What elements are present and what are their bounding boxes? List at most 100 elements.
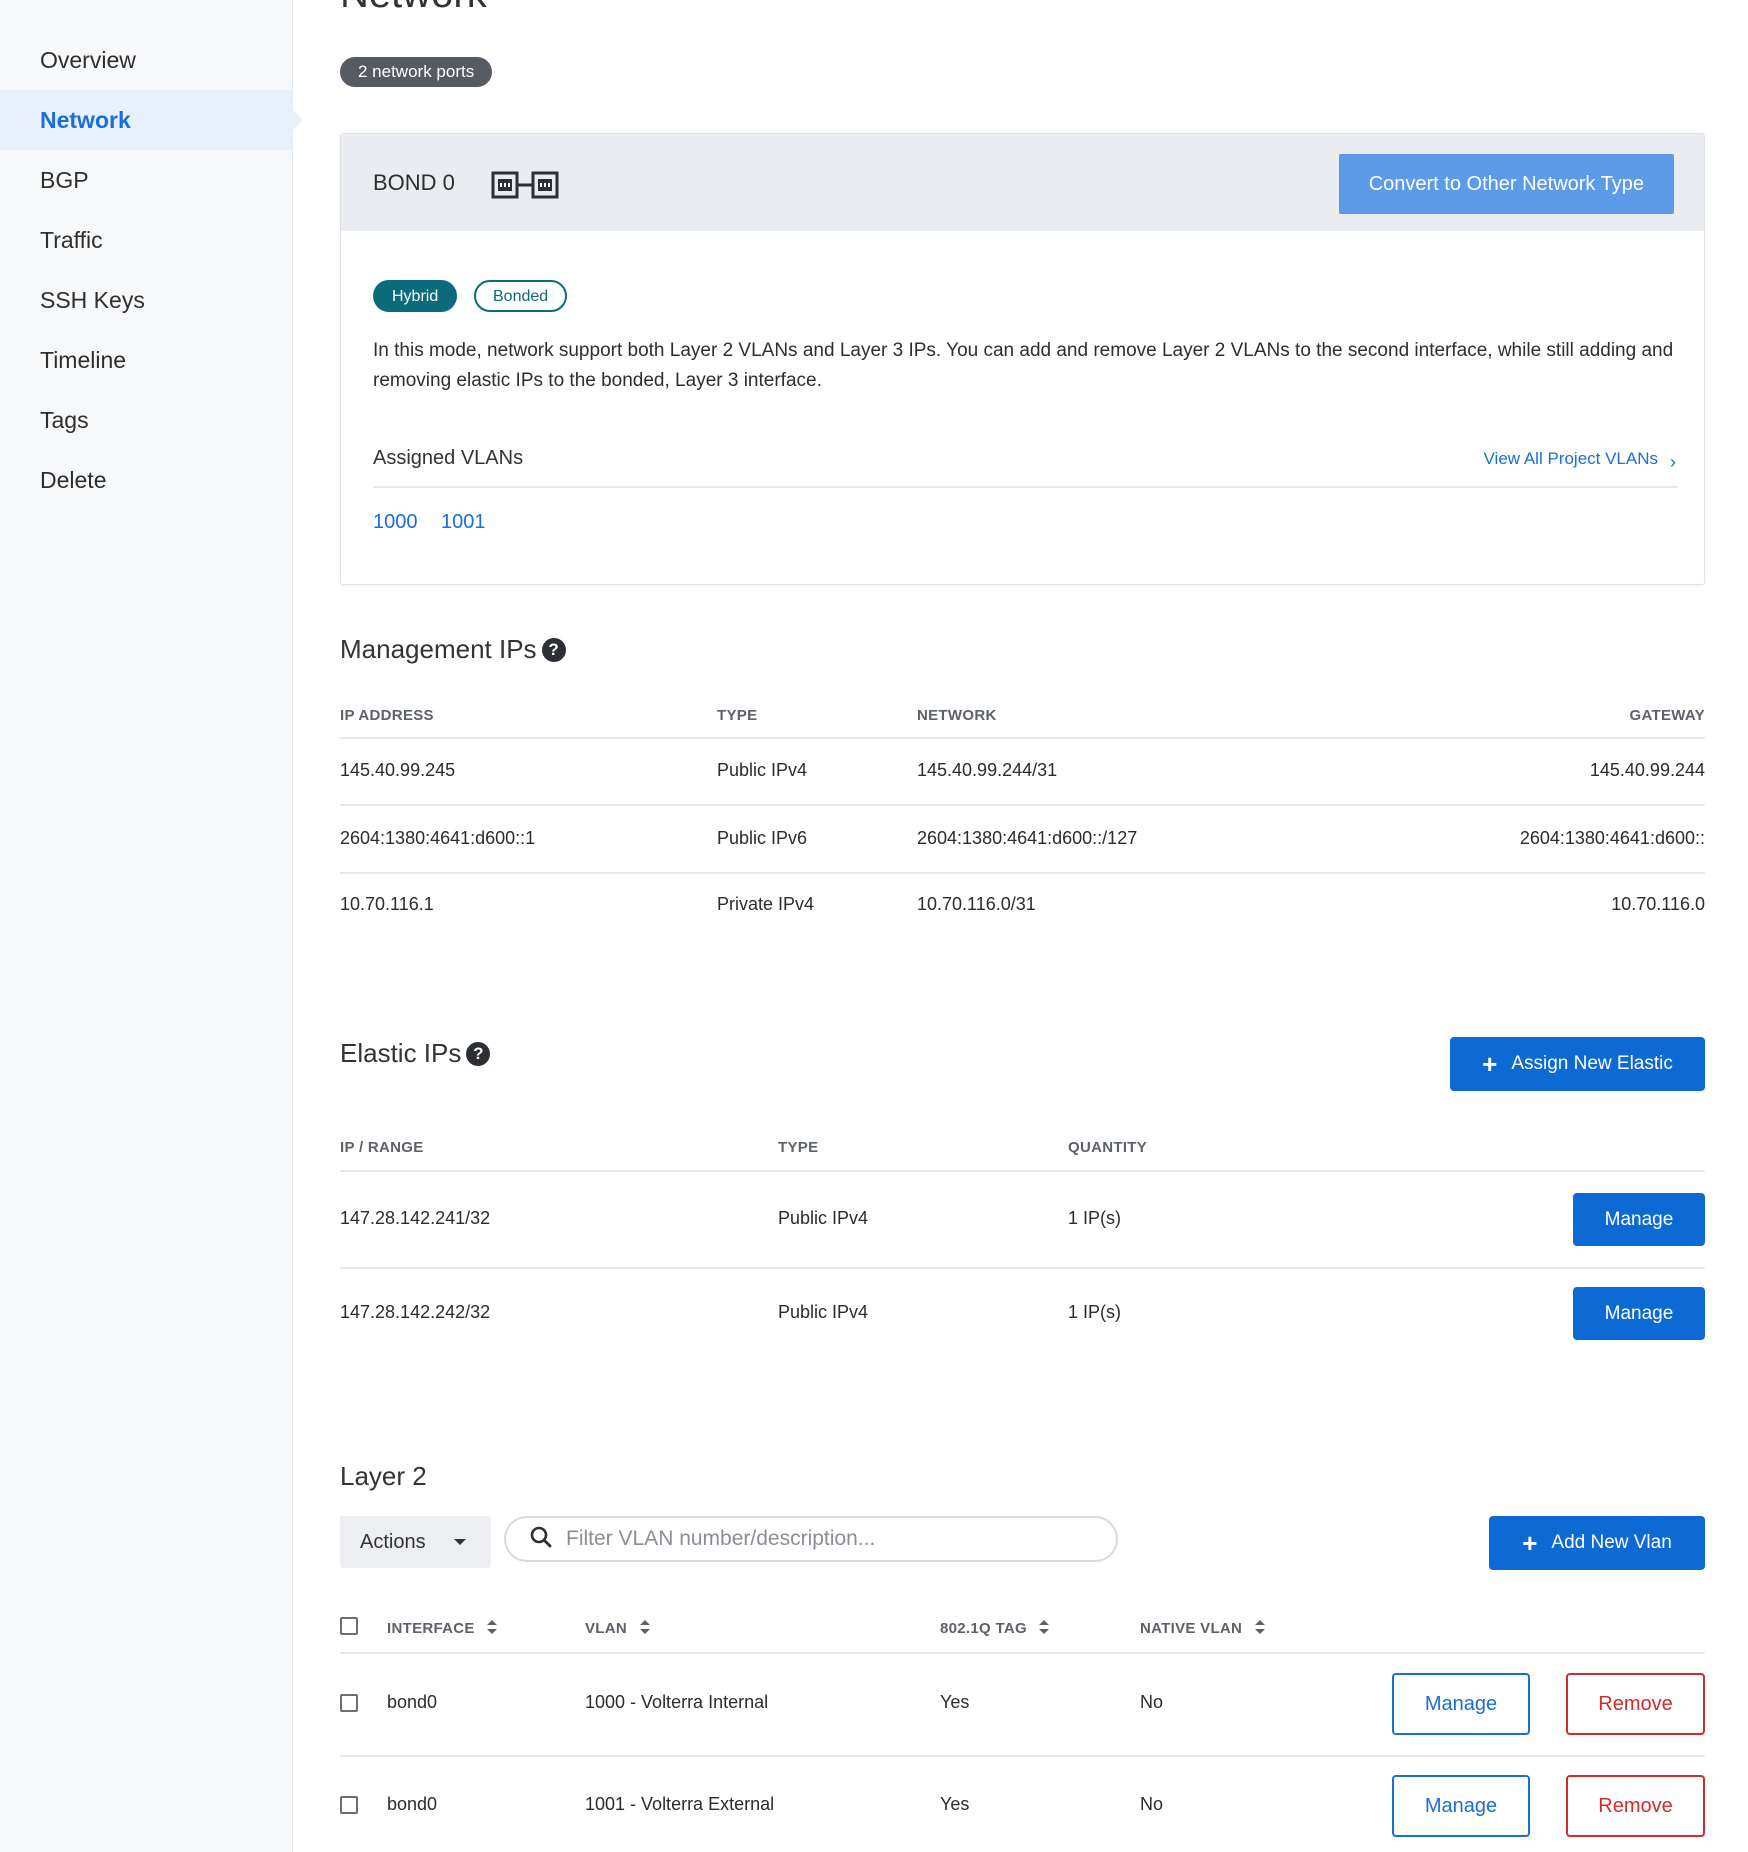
help-icon[interactable]: ? (541, 637, 566, 662)
sidebar-item-tags[interactable]: Tags (0, 390, 293, 450)
col-header-vlan[interactable]: VLAN (585, 1620, 650, 1638)
vlan-tag-cell: Yes (940, 1794, 970, 1814)
interface-header-label: INTERFACE (387, 1620, 475, 1637)
vlan-header-label: VLAN (585, 1620, 628, 1637)
mode-description: In this mode, network support both Layer… (373, 340, 1674, 391)
divider (340, 1170, 1705, 1172)
plus-icon: + (1482, 1049, 1498, 1079)
sidebar-item-delete[interactable]: Delete (0, 450, 293, 510)
remove-vlan-button[interactable]: Remove (1566, 1775, 1705, 1837)
divider (340, 804, 1705, 806)
chevron-right-icon: › (1670, 452, 1676, 472)
manage-vlan-button[interactable]: Manage (1392, 1775, 1530, 1837)
manage-elastic-button[interactable]: Manage (1573, 1287, 1705, 1340)
mgmt-ip-cell: 10.70.116.1 (340, 894, 434, 914)
mgmt-type-cell: Public IPv4 (717, 760, 808, 780)
sidebar-item-timeline[interactable]: Timeline (0, 330, 293, 390)
col-header-ip-address: IP ADDRESS (340, 707, 434, 724)
col-header-native-vlan[interactable]: NATIVE VLAN (1140, 1620, 1265, 1638)
network-ports-badge: 2 network ports (340, 57, 493, 87)
mgmt-gateway-cell: 2604:1380:4641:d600:: (1519, 828, 1705, 848)
remove-vlan-button[interactable]: Remove (1566, 1673, 1705, 1735)
row-checkbox[interactable] (340, 1694, 358, 1712)
vlan-search-box (504, 1516, 1118, 1562)
add-new-vlan-label: Add New Vlan (1551, 1532, 1672, 1553)
sort-icon (639, 1620, 650, 1638)
divider (340, 1267, 1705, 1269)
assigned-vlans-label: Assigned VLANs (373, 447, 524, 469)
vlan-interface-cell: bond0 (387, 1692, 438, 1712)
select-all-checkbox[interactable] (340, 1617, 358, 1635)
sidebar-item-network[interactable]: Network (0, 90, 303, 150)
sidebar: Overview Network BGP Traffic SSH Keys Ti… (0, 0, 303, 1852)
bond-card: BOND 0 Convert to Other Network Type Hyb… (340, 133, 1705, 585)
convert-network-type-button[interactable]: Convert to Other Network Type (1338, 154, 1674, 214)
sort-icon (1039, 1620, 1050, 1638)
mgmt-ip-cell: 2604:1380:4641:d600::1 (340, 828, 536, 848)
divider (373, 486, 1678, 488)
manage-elastic-button[interactable]: Manage (1573, 1193, 1705, 1246)
col-header-ip-range: IP / RANGE (340, 1139, 424, 1156)
actions-label: Actions (360, 1530, 426, 1553)
bond-title: BOND 0 (373, 170, 455, 195)
col-header-gateway: GATEWAY (1629, 707, 1705, 724)
mgmt-network-cell: 2604:1380:4641:d600::/127 (917, 828, 1138, 848)
elastic-range-cell: 147.28.142.242/32 (340, 1302, 491, 1322)
mgmt-network-cell: 145.40.99.244/31 (917, 760, 1058, 780)
elastic-quantity-cell: 1 IP(s) (1068, 1208, 1122, 1228)
elastic-ips-title: Elastic IPs ? (340, 1038, 491, 1069)
divider (340, 872, 1705, 874)
vlan-native-cell: No (1140, 1794, 1164, 1814)
mgmt-gateway-cell: 145.40.99.244 (1589, 760, 1705, 780)
sidebar-item-ssh-keys[interactable]: SSH Keys (0, 270, 293, 330)
assign-new-elastic-label: Assign New Elastic (1511, 1053, 1673, 1074)
mgmt-gateway-cell: 10.70.116.0 (1611, 894, 1705, 914)
view-all-vlans-label: View All Project VLANs (1483, 449, 1658, 468)
col-header-interface[interactable]: INTERFACE (387, 1620, 498, 1638)
sidebar-item-overview[interactable]: Overview (0, 30, 293, 90)
search-icon (530, 1526, 552, 1553)
vlan-link-1000[interactable]: 1000 (373, 511, 418, 534)
tag-header-label: 802.1Q TAG (940, 1620, 1027, 1637)
native-header-label: NATIVE VLAN (1140, 1620, 1243, 1637)
layer2-title: Layer 2 (340, 1461, 427, 1491)
help-icon[interactable]: ? (466, 1041, 491, 1066)
mgmt-type-cell: Private IPv4 (717, 894, 815, 914)
view-all-vlans-link[interactable]: View All Project VLANs › (1484, 447, 1676, 471)
elastic-quantity-cell: 1 IP(s) (1068, 1302, 1122, 1322)
vlan-interface-cell: bond0 (387, 1794, 438, 1814)
plus-icon: + (1522, 1528, 1538, 1558)
hybrid-pill: Hybrid (373, 280, 458, 312)
vlan-link-1001[interactable]: 1001 (441, 511, 486, 534)
vlan-name-cell: 1000 - Volterra Internal (585, 1692, 769, 1712)
mgmt-network-cell: 10.70.116.0/31 (917, 894, 1036, 914)
vlan-search-input[interactable] (566, 1527, 1086, 1551)
vlan-name-cell: 1001 - Volterra External (585, 1794, 775, 1814)
bond-ports-icon (491, 170, 559, 205)
actions-dropdown[interactable]: Actions (340, 1516, 491, 1568)
elastic-ips-label: Elastic IPs (340, 1038, 462, 1068)
col-header-type: TYPE (717, 707, 758, 724)
sort-icon (1254, 1620, 1265, 1638)
sidebar-item-bgp[interactable]: BGP (0, 150, 293, 210)
divider (340, 1652, 1705, 1654)
sidebar-item-traffic[interactable]: Traffic (0, 210, 293, 270)
elastic-type-cell: Public IPv4 (778, 1302, 869, 1322)
col-header-802-1q-tag[interactable]: 802.1Q TAG (940, 1620, 1050, 1638)
col-header-quantity: QUANTITY (1068, 1139, 1148, 1156)
assign-new-elastic-button[interactable]: + Assign New Elastic (1450, 1037, 1705, 1091)
bond-card-header: BOND 0 Convert to Other Network Type (341, 134, 1704, 231)
manage-vlan-button[interactable]: Manage (1392, 1673, 1530, 1735)
elastic-type-cell: Public IPv4 (778, 1208, 869, 1228)
page-title: Network (340, 0, 487, 17)
divider (340, 737, 1705, 739)
add-new-vlan-button[interactable]: + Add New Vlan (1489, 1516, 1705, 1570)
mgmt-type-cell: Public IPv6 (717, 828, 808, 848)
management-ips-title: Management IPs ? (340, 634, 566, 665)
bonded-pill: Bonded (474, 280, 568, 312)
row-checkbox[interactable] (340, 1796, 358, 1814)
vlan-tag-cell: Yes (940, 1692, 970, 1712)
elastic-range-cell: 147.28.142.241/32 (340, 1208, 491, 1228)
col-header-type: TYPE (778, 1139, 819, 1156)
caret-down-icon (453, 1539, 466, 1545)
